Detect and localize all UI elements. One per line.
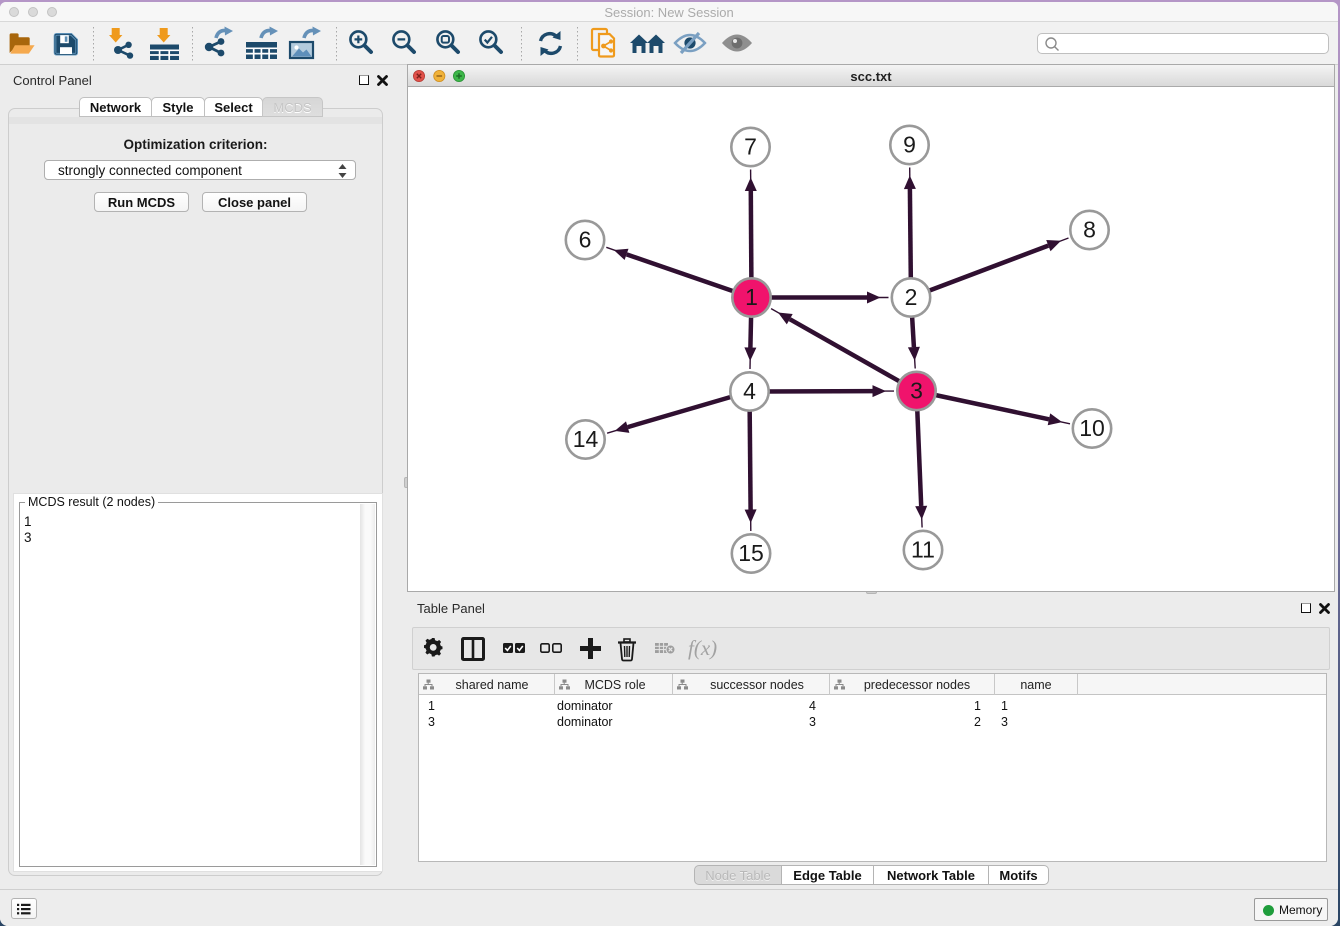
svg-text:3: 3 (809, 715, 816, 729)
svg-text:4: 4 (809, 699, 816, 713)
svg-text:14: 14 (573, 426, 599, 452)
svg-text:9: 9 (903, 132, 916, 158)
svg-text:1: 1 (428, 699, 435, 713)
svg-text:7: 7 (744, 134, 757, 160)
svg-text:MCDS role: MCDS role (584, 678, 645, 692)
svg-text:dominator: dominator (557, 699, 613, 713)
svg-text:3: 3 (1001, 715, 1008, 729)
svg-text:4: 4 (743, 378, 756, 404)
svg-text:15: 15 (738, 540, 764, 566)
svg-text:name: name (1020, 678, 1051, 692)
svg-text:1: 1 (974, 699, 981, 713)
svg-text:10: 10 (1079, 415, 1105, 441)
svg-text:2: 2 (905, 284, 918, 310)
svg-text:dominator: dominator (557, 715, 613, 729)
svg-text:f(x): f(x) (688, 636, 717, 660)
svg-text:8: 8 (1083, 217, 1096, 243)
svg-text:1: 1 (745, 284, 758, 310)
svg-text:11: 11 (911, 537, 935, 563)
svg-text:6: 6 (579, 227, 592, 253)
svg-text:predecessor nodes: predecessor nodes (864, 678, 970, 692)
svg-text:3: 3 (910, 378, 923, 404)
svg-text:2: 2 (974, 715, 981, 729)
svg-text:successor nodes: successor nodes (710, 678, 804, 692)
svg-text:3: 3 (428, 715, 435, 729)
svg-text:1: 1 (1001, 699, 1008, 713)
svg-text:shared name: shared name (456, 678, 529, 692)
